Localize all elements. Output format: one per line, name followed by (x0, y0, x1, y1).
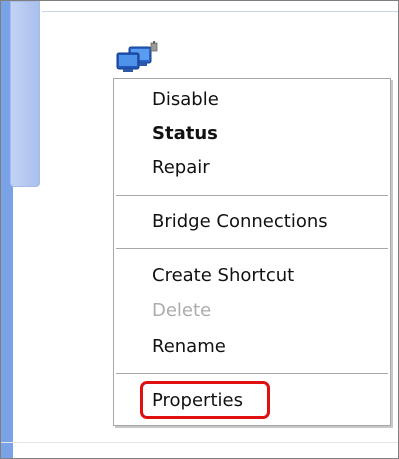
menu-separator (116, 248, 388, 249)
menu-item-disable[interactable]: Disable (114, 83, 390, 117)
menu-item-rename[interactable]: Rename (114, 330, 390, 364)
network-connection-icon[interactable] (113, 41, 159, 77)
menu-separator (116, 195, 388, 196)
menu-item-repair[interactable]: Repair (114, 151, 390, 185)
menu-item-bridge-connections[interactable]: Bridge Connections (114, 205, 390, 239)
menu-separator (116, 373, 388, 374)
content-top-edge (42, 1, 398, 12)
menu-item-status[interactable]: Status (114, 117, 390, 151)
menu-item-create-shortcut[interactable]: Create Shortcut (114, 259, 390, 293)
context-menu: Disable Status Repair Bridge Connections… (113, 78, 391, 426)
menu-item-delete: Delete (152, 300, 212, 321)
left-pane (1, 1, 42, 458)
scrollbar-thumb[interactable] (10, 1, 40, 187)
properties-highlight-box (140, 381, 270, 419)
status-divider (1, 442, 398, 443)
